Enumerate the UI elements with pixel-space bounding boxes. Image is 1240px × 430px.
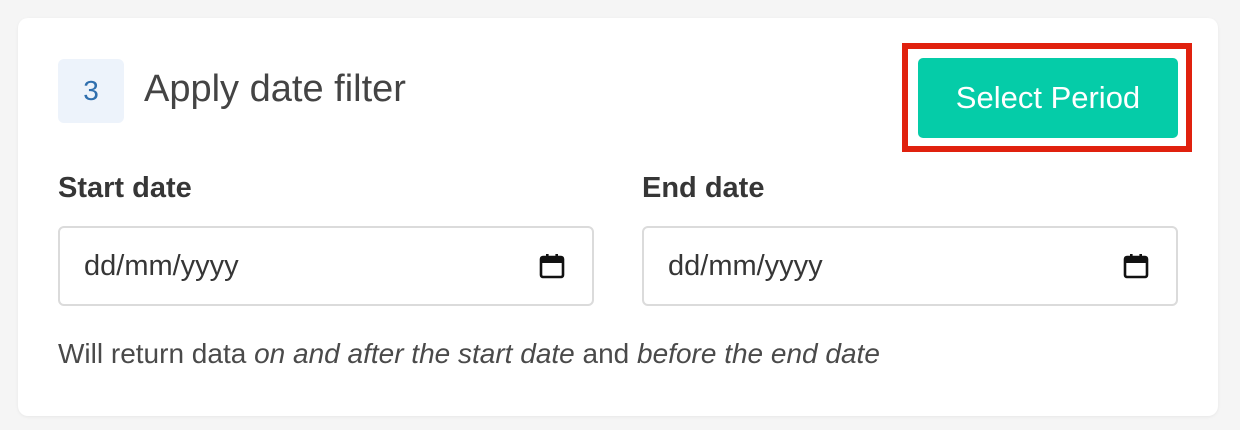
calendar-icon[interactable] <box>1122 252 1150 280</box>
start-date-label: Start date <box>58 172 192 204</box>
end-date-placeholder: dd/mm/yyyy <box>668 249 823 282</box>
step-title: Apply date filter <box>144 68 406 110</box>
calendar-icon[interactable] <box>538 252 566 280</box>
end-date-input[interactable]: dd/mm/yyyy <box>642 226 1178 306</box>
hint-text-3: and <box>574 338 638 369</box>
hint-text-2: on and after the start date <box>254 338 575 369</box>
date-filter-hint: Will return data on and after the start … <box>58 336 880 372</box>
start-date-placeholder: dd/mm/yyyy <box>84 249 239 282</box>
hint-text-4: before the end date <box>637 338 880 369</box>
date-filter-card: 3 Apply date filter Select Period Start … <box>18 18 1218 416</box>
select-period-button[interactable]: Select Period <box>918 58 1178 138</box>
step-number-badge: 3 <box>58 59 124 123</box>
step-number: 3 <box>83 75 99 106</box>
start-date-input[interactable]: dd/mm/yyyy <box>58 226 594 306</box>
end-date-label: End date <box>642 172 765 204</box>
hint-text-1: Will return data <box>58 338 255 369</box>
